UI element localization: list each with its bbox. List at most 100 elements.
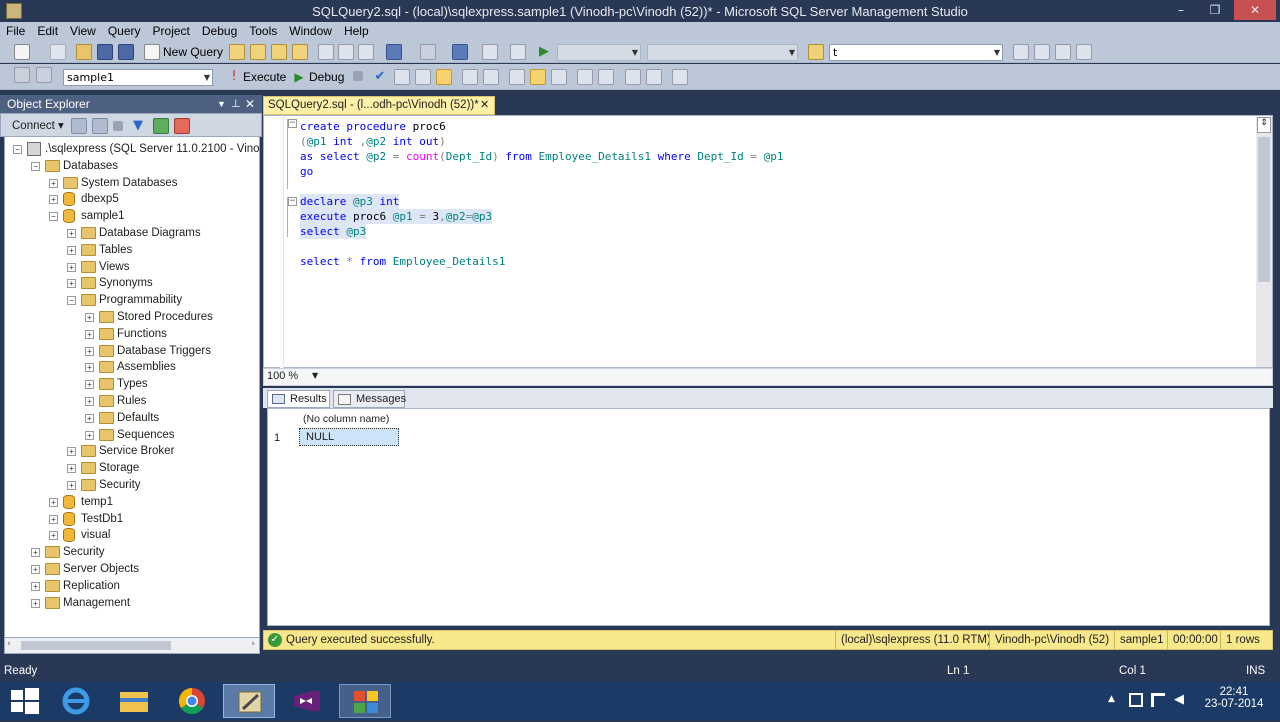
- editor-scroll-thumb[interactable]: [1258, 137, 1270, 282]
- toolbox-icon[interactable]: [1055, 44, 1071, 60]
- expand-toggle[interactable]: +: [67, 245, 76, 255]
- solution-platform-combo[interactable]: ▼: [647, 44, 798, 61]
- zoom-level[interactable]: 100 %: [267, 370, 298, 382]
- expand-toggle[interactable]: +: [85, 430, 94, 440]
- tree-node[interactable]: + Security: [5, 544, 259, 561]
- analysis-query-icon[interactable]: [250, 44, 266, 60]
- undo-icon[interactable]: [386, 44, 402, 60]
- intellisense-icon[interactable]: [462, 69, 478, 85]
- add-item-icon[interactable]: [50, 44, 66, 60]
- tree-node[interactable]: + Service Broker: [5, 443, 259, 460]
- oe-dropdown-icon[interactable]: ▼: [217, 95, 226, 113]
- results-to-file-icon[interactable]: [551, 69, 567, 85]
- display-plan-icon[interactable]: [394, 69, 410, 85]
- tree-node[interactable]: + Server Objects: [5, 561, 259, 578]
- filter-icon[interactable]: ▼: [133, 118, 149, 134]
- open-file-icon[interactable]: [76, 44, 92, 60]
- results-grid[interactable]: (No column name) 1 NULL: [267, 408, 1270, 626]
- expand-toggle[interactable]: +: [31, 598, 40, 608]
- refresh-icon[interactable]: [153, 118, 169, 134]
- query-options-icon[interactable]: [436, 69, 452, 85]
- query-editor[interactable]: − − create procedure proc6 (@p1 int ,@p2…: [263, 115, 1273, 368]
- expand-toggle[interactable]: +: [67, 262, 76, 272]
- start-debug-icon[interactable]: ▶: [536, 44, 552, 60]
- debug-icon[interactable]: ▶: [291, 69, 307, 85]
- activity-monitor-icon[interactable]: [510, 44, 526, 60]
- oe-disconnect-icon[interactable]: [92, 118, 108, 134]
- expand-toggle[interactable]: +: [85, 329, 94, 339]
- increase-indent-icon[interactable]: [646, 69, 662, 85]
- menu-debug[interactable]: Debug: [196, 22, 243, 41]
- chrome-icon[interactable]: [166, 684, 218, 718]
- expand-toggle[interactable]: +: [85, 363, 94, 373]
- expand-toggle[interactable]: +: [31, 581, 40, 591]
- ssms-taskbar-icon[interactable]: [223, 684, 275, 718]
- change-connection-icon[interactable]: [36, 67, 52, 83]
- save-all-icon[interactable]: [118, 44, 134, 60]
- find-in-files-icon[interactable]: [808, 44, 824, 60]
- include-plan-icon[interactable]: [483, 69, 499, 85]
- copy-icon[interactable]: [338, 44, 354, 60]
- internet-explorer-icon[interactable]: [50, 684, 102, 718]
- tree-node[interactable]: + Management: [5, 595, 259, 612]
- start-button[interactable]: [0, 684, 52, 718]
- execute-button[interactable]: Execute: [243, 69, 286, 85]
- oe-close-icon[interactable]: ✕: [245, 95, 255, 113]
- solution-config-combo[interactable]: ▼: [557, 44, 641, 61]
- tab-messages[interactable]: Messages: [333, 390, 406, 408]
- tree-node[interactable]: + Security: [5, 477, 259, 494]
- collapse-toggle[interactable]: −: [31, 161, 40, 171]
- oe-pin-icon[interactable]: ⊥: [231, 95, 241, 113]
- parse-icon[interactable]: ✔: [372, 69, 388, 85]
- tree-node[interactable]: − Programmability: [5, 292, 259, 309]
- tree-node[interactable]: − .\sqlexpress (SQL Server 11.0.2100 - Vi…: [5, 141, 259, 158]
- tree-node[interactable]: + TestDb1: [5, 511, 259, 528]
- template-explorer-icon[interactable]: [1076, 44, 1092, 60]
- new-query-icon[interactable]: [144, 44, 160, 60]
- navigate-forward-icon[interactable]: [482, 44, 498, 60]
- tree-node[interactable]: + System Databases: [5, 175, 259, 192]
- cancel-query-icon[interactable]: [353, 71, 363, 81]
- result-cell[interactable]: NULL: [299, 428, 399, 446]
- collapse-block-2[interactable]: −: [288, 197, 297, 206]
- decrease-indent-icon[interactable]: [625, 69, 641, 85]
- uncomment-icon[interactable]: [598, 69, 614, 85]
- action-center-icon[interactable]: [1151, 693, 1165, 707]
- tree-node[interactable]: + Stored Procedures: [5, 309, 259, 326]
- collapse-toggle[interactable]: −: [49, 212, 58, 222]
- redo-icon[interactable]: [420, 44, 436, 60]
- results-to-grid-icon[interactable]: [530, 69, 546, 85]
- properties-icon[interactable]: [1034, 44, 1050, 60]
- specify-values-icon[interactable]: [672, 69, 688, 85]
- expand-toggle[interactable]: +: [67, 279, 76, 289]
- db-engine-query-icon[interactable]: [229, 44, 245, 60]
- expand-toggle[interactable]: +: [67, 229, 76, 238]
- oe-scroll-thumb[interactable]: [21, 641, 171, 650]
- tree-node[interactable]: + Rules: [5, 393, 259, 410]
- expand-toggle[interactable]: +: [67, 464, 76, 474]
- execute-icon[interactable]: !: [226, 69, 242, 85]
- debug-button[interactable]: Debug: [309, 69, 344, 85]
- menu-view[interactable]: View: [64, 22, 102, 41]
- expand-toggle[interactable]: +: [49, 531, 58, 541]
- comment-icon[interactable]: [577, 69, 593, 85]
- editor-vertical-scrollbar[interactable]: ⇕: [1256, 117, 1272, 367]
- available-databases-combo[interactable]: sample1 ▼: [63, 69, 213, 86]
- tree-node[interactable]: + Tables: [5, 242, 259, 259]
- visual-studio-icon[interactable]: [280, 684, 332, 718]
- row-header[interactable]: 1: [274, 430, 294, 446]
- solution-explorer-icon[interactable]: [1013, 44, 1029, 60]
- oe-stop-icon[interactable]: [113, 121, 123, 131]
- connect-icon[interactable]: [14, 67, 30, 83]
- mdx-query-icon[interactable]: [271, 44, 287, 60]
- expand-toggle[interactable]: +: [49, 514, 58, 524]
- new-project-icon[interactable]: [14, 44, 30, 60]
- expand-toggle[interactable]: +: [31, 548, 40, 558]
- connect-button[interactable]: Connect ▾: [12, 118, 64, 132]
- tree-node[interactable]: + dbexp5: [5, 191, 259, 208]
- tab-close-icon[interactable]: ✕: [480, 97, 489, 114]
- volume-icon[interactable]: ◀: [1174, 693, 1184, 707]
- close-button[interactable]: ✕: [1234, 0, 1276, 20]
- expand-toggle[interactable]: +: [85, 380, 94, 390]
- menu-edit[interactable]: Edit: [31, 22, 64, 41]
